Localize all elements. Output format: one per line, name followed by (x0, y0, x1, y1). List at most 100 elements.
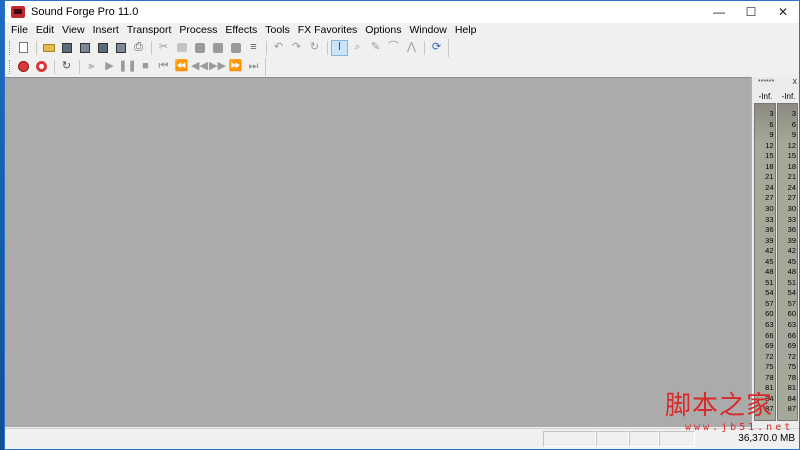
meter-scale-tick: 27 (787, 193, 796, 203)
print-icon[interactable]: ⎙ (130, 40, 147, 56)
meter-scale-tick: 63 (787, 320, 796, 329)
left-channel-meter[interactable]: 3 6 9 12 15 18 21 24 27 30 33 36 39 42 45 48 51 54 57 60 63 6… (754, 103, 776, 421)
meter-scale-tick: 9 (769, 130, 774, 140)
meter-scale-tick: 45 (765, 256, 774, 266)
trim-icon[interactable]: ≡ (245, 40, 262, 56)
title-bar[interactable]: Sound Forge Pro 11.0 — ☐ ✕ (5, 1, 799, 23)
sound-forge-app-icon[interactable] (11, 6, 25, 18)
meter-scale-tick: 81 (787, 383, 796, 393)
pencil-tool-icon[interactable]: ✎ (367, 40, 384, 56)
transport-toolbar: ↻ ⫸ ▶ ❚❚ ■ ⏮ ⏪ ◀◀ ▶▶ ⏩ ⏭ (5, 57, 799, 76)
menu-process[interactable]: Process (175, 24, 221, 36)
minimize-button[interactable]: — (703, 1, 735, 23)
envelope-tool-icon[interactable]: ⌒ (385, 40, 402, 56)
record-icon[interactable] (15, 59, 32, 75)
paste-icon[interactable] (191, 40, 208, 56)
new-document-icon[interactable] (15, 40, 32, 56)
edit-tool-icon[interactable]: Ⅰ (331, 39, 348, 56)
meter-scale-tick: 45 (787, 256, 796, 266)
menu-window[interactable]: Window (405, 24, 450, 36)
meter-scale-tick: 84 (787, 393, 796, 403)
menu-effects[interactable]: Effects (221, 24, 261, 36)
meter-scale-tick: 24 (787, 182, 796, 192)
meter-panel-grip[interactable]: ****** (758, 79, 774, 86)
rewind-icon[interactable]: ⏪ (173, 59, 190, 75)
forward-icon[interactable]: ⏩ (227, 59, 244, 75)
record-arm-icon[interactable] (33, 59, 50, 75)
save-all-icon[interactable] (94, 40, 111, 56)
toolbar-separator (424, 40, 425, 55)
meter-scale-tick: 78 (765, 372, 774, 382)
save-as-icon[interactable] (76, 40, 93, 56)
meter-scale-tick: 36 (765, 225, 774, 235)
paste-mix-icon[interactable] (209, 40, 226, 56)
play-all-icon[interactable]: ⫸ (83, 59, 100, 75)
loop-icon[interactable]: ↻ (58, 59, 75, 75)
menu-tools[interactable]: Tools (261, 24, 294, 36)
render-icon[interactable] (112, 40, 129, 56)
go-to-end-icon[interactable]: ⏭ (245, 59, 262, 75)
meter-scale-tick: 12 (787, 140, 796, 150)
toolbar-grip[interactable] (9, 59, 12, 74)
magnify-tool-icon[interactable]: ⌕ (349, 40, 366, 56)
meter-scale-tick: 42 (765, 246, 774, 256)
meter-scale-tick: 60 (787, 309, 796, 319)
fast-forward-icon[interactable]: ▶▶ (209, 59, 226, 75)
close-button[interactable]: ✕ (767, 1, 799, 23)
cut-icon[interactable]: ✂ (155, 40, 172, 56)
toolbar-grip[interactable] (9, 40, 12, 55)
menu-options[interactable]: Options (361, 24, 405, 36)
meter-scale-tick: 33 (787, 214, 796, 224)
menu-view[interactable]: View (58, 24, 89, 36)
meter-scale-tick: 12 (765, 140, 774, 150)
meter-panel-header[interactable]: ****** x (752, 76, 800, 88)
meter-scale-tick: 57 (765, 298, 774, 308)
level-meters: 3 6 9 12 15 18 21 24 27 30 33 36 39 42 45 48 51 54 57 60 63 6… (754, 103, 798, 421)
meter-scale-tick: 27 (765, 193, 774, 203)
open-folder-icon[interactable] (40, 40, 57, 56)
menu-file[interactable]: File (5, 24, 32, 36)
meter-scale-tick: 69 (765, 341, 774, 351)
workspace-area[interactable] (5, 77, 751, 427)
repeat-icon[interactable]: ↻ (306, 40, 323, 56)
menu-edit[interactable]: Edit (32, 24, 58, 36)
undo-icon[interactable]: ↶ (270, 40, 287, 56)
go-to-start-icon[interactable]: ⏮ (155, 59, 172, 75)
meter-scale-tick: 30 (765, 203, 774, 213)
meter-scale-tick: 51 (787, 277, 796, 287)
meter-close-icon[interactable]: x (793, 76, 798, 86)
meter-scale-tick: 48 (765, 267, 774, 277)
status-cell-1 (543, 431, 596, 447)
menu-fx-favorites[interactable]: FX Favorites (294, 24, 362, 36)
menu-transport[interactable]: Transport (123, 24, 176, 36)
play-meter-panel: ****** x -Inf. -Inf. 3 6 9 12 15 18 21 24 27 30 33… (751, 76, 800, 427)
meter-scale-tick: 51 (765, 277, 774, 287)
maximize-button[interactable]: ☐ (735, 1, 767, 23)
free-space-readout: 36,370.0 MB (738, 433, 795, 444)
right-channel-meter[interactable]: 3 6 9 12 15 18 21 24 27 30 33 36 39 42 45 48 51 54 57 60 63 6… (776, 103, 798, 421)
meter-scale-tick: 72 (787, 351, 796, 361)
stop-icon[interactable]: ■ (137, 59, 154, 75)
meter-scale-tick: 75 (787, 362, 796, 372)
watermark-url: www.jb51.net (685, 422, 794, 433)
menu-insert[interactable]: Insert (89, 24, 123, 36)
peak-left-readout[interactable]: -Inf. (755, 92, 776, 101)
status-bar: 36,370.0 MB (5, 428, 799, 449)
meter-scale-tick: 33 (765, 214, 774, 224)
event-tool-icon[interactable]: ⋀ (403, 40, 420, 56)
toolbar-separator (151, 40, 152, 55)
save-icon[interactable] (58, 40, 75, 56)
meter-scale-tick: 87 (787, 404, 796, 414)
pause-icon[interactable]: ❚❚ (118, 59, 136, 75)
peak-right-readout[interactable]: -Inf. (778, 92, 799, 101)
menu-help[interactable]: Help (451, 24, 481, 36)
toolbar-separator (79, 59, 80, 74)
meter-scale-tick: 48 (787, 267, 796, 277)
play-icon[interactable]: ▶ (101, 59, 118, 75)
paste-crossfade-icon[interactable] (227, 40, 244, 56)
refresh-icon[interactable]: ⟳ (428, 40, 445, 56)
copy-icon[interactable] (173, 40, 190, 56)
redo-icon[interactable]: ↷ (288, 40, 305, 56)
menu-bar: File Edit View Insert Transport Process … (5, 23, 799, 37)
fast-rewind-icon[interactable]: ◀◀ (191, 59, 208, 75)
